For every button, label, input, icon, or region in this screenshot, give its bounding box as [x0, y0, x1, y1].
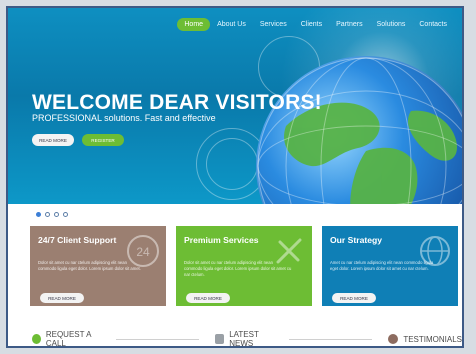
top-navigation: Home About Us Services Clients Partners … — [177, 18, 454, 31]
slider-dot[interactable] — [36, 212, 41, 217]
slider-dot[interactable] — [63, 212, 68, 217]
section-label: REQUEST A CALL — [45, 330, 92, 348]
hero-register-button[interactable]: REGISTER — [82, 134, 124, 146]
person-icon — [32, 334, 41, 344]
hero-read-more-button[interactable]: READ MORE — [32, 134, 74, 146]
slider-dots — [36, 212, 68, 217]
speech-bubble-icon — [388, 334, 399, 344]
section-label: LATEST NEWS — [229, 330, 259, 348]
nav-contacts[interactable]: Contacts — [412, 18, 454, 31]
card-title: Our Strategy — [330, 235, 383, 245]
card-read-more-button[interactable]: READ MORE — [332, 293, 376, 303]
nav-partners[interactable]: Partners — [329, 18, 369, 31]
svg-text:24: 24 — [136, 245, 150, 259]
feature-cards: 24 24/7 Client Support Dolor sit amet cu… — [30, 226, 458, 306]
card-text: Amet cu nar ctelum adipiscing elit nean … — [330, 260, 434, 271]
divider — [116, 338, 200, 340]
latest-news-section[interactable]: LATEST NEWS — [215, 330, 373, 348]
card-text: Dolor sit amet cu nar ctelum adipiscing … — [38, 260, 141, 271]
card-title: Premium Services — [184, 235, 259, 245]
testimonials-section[interactable]: TESTIMONIALS — [388, 334, 462, 344]
nav-services[interactable]: Services — [253, 18, 294, 31]
card-client-support: 24 24/7 Client Support Dolor sit amet cu… — [30, 226, 166, 306]
page-frame: Home About Us Services Clients Partners … — [6, 6, 464, 348]
bottom-sections: REQUEST A CALL LATEST NEWS TESTIMONIALS — [32, 330, 462, 348]
nav-solutions[interactable]: Solutions — [370, 18, 413, 31]
hero-subtitle: PROFESSIONAL solutions. Fast and effecti… — [32, 113, 216, 123]
globe-icon — [257, 57, 462, 204]
card-our-strategy: Our Strategy Amet cu nar ctelum adipisci… — [322, 226, 458, 306]
decorative-ring — [206, 138, 258, 190]
section-label: TESTIMONIALS — [403, 334, 462, 344]
hero-title: WELCOME DEAR VISITORS! — [32, 91, 322, 114]
nav-clients[interactable]: Clients — [294, 18, 329, 31]
card-text: Dolor sit amet cu nar ctelum adipiscing … — [184, 260, 292, 277]
globe-illustration — [256, 56, 462, 204]
hero-banner: Home About Us Services Clients Partners … — [8, 8, 462, 204]
card-read-more-button[interactable]: READ MORE — [40, 293, 84, 303]
nav-about-us[interactable]: About Us — [210, 18, 253, 31]
request-a-call-section[interactable]: REQUEST A CALL — [32, 330, 200, 348]
nav-home[interactable]: Home — [177, 18, 211, 31]
card-premium-services: Premium Services Dolor sit amet cu nar c… — [176, 226, 312, 306]
card-title: 24/7 Client Support — [38, 235, 117, 245]
divider — [289, 338, 373, 340]
card-read-more-button[interactable]: READ MORE — [186, 293, 230, 303]
slider-dot[interactable] — [45, 212, 50, 217]
calendar-icon — [215, 334, 225, 344]
slider-dot[interactable] — [54, 212, 59, 217]
